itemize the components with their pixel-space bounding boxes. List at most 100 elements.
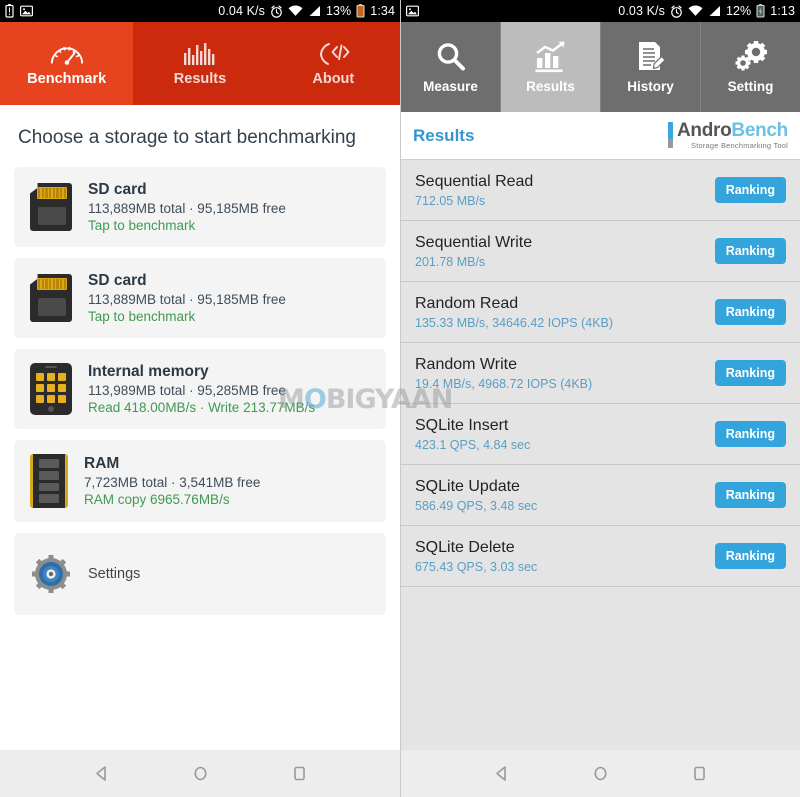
back-button[interactable] (493, 765, 510, 782)
left-tab-bar: Benchmark Results About (0, 22, 400, 105)
storage-name: SD card (88, 181, 147, 198)
storage-status: Tap to benchmark (88, 218, 196, 233)
storage-item-sd-card-2[interactable]: SD card 113,889MB total · 95,185MB free … (14, 258, 386, 338)
alarm-icon (670, 4, 683, 18)
table-row[interactable]: SQLite Insert 423.1 QPS, 4.84 sec Rankin… (401, 404, 800, 465)
table-row[interactable]: SQLite Delete 675.43 QPS, 3.03 sec Ranki… (401, 526, 800, 587)
result-value: 586.49 QPS, 3.48 sec (415, 498, 538, 513)
ranking-button[interactable]: Ranking (714, 482, 786, 508)
result-name: Random Write (415, 355, 517, 373)
tab-label: Results (526, 79, 575, 94)
back-button[interactable] (93, 765, 110, 782)
gears-icon (734, 40, 768, 74)
result-value: 423.1 QPS, 4.84 sec (415, 437, 531, 452)
storage-capacity: 113,989MB total · 95,285MB free (88, 383, 286, 398)
storage-item-internal-memory[interactable]: Internal memory 113,989MB total · 95,285… (14, 349, 386, 429)
speedometer-icon (49, 41, 85, 67)
results-title: Results (413, 125, 475, 145)
table-row[interactable]: Sequential Read 712.05 MB/s Ranking (401, 160, 800, 221)
settings-label: Settings (88, 566, 141, 582)
signal-icon (308, 5, 321, 17)
magnifier-icon (434, 40, 468, 74)
storage-item-sd-card-1[interactable]: SD card 113,889MB total · 95,185MB free … (14, 167, 386, 247)
internal-memory-icon (30, 363, 72, 415)
code-bracket-icon (315, 41, 351, 67)
table-row[interactable]: SQLite Update 586.49 QPS, 3.48 sec Ranki… (401, 465, 800, 526)
ranking-button[interactable]: Ranking (714, 238, 786, 264)
tab-results[interactable]: Results (501, 22, 601, 112)
tab-label: Measure (423, 79, 478, 94)
ranking-button[interactable]: Ranking (714, 421, 786, 447)
home-button[interactable] (192, 765, 209, 782)
logo-bar-icon (667, 122, 673, 149)
tab-label: About (312, 70, 355, 87)
battery-icon (356, 4, 365, 18)
result-value: 19.4 MB/s, 4968.72 IOPS (4KB) (415, 376, 593, 391)
battery-alert-icon (5, 4, 14, 18)
androbench-logo: AndroBench Storage Benchmarking Tool (667, 120, 788, 151)
results-list: Sequential Read 712.05 MB/s Ranking Sequ… (401, 160, 800, 750)
sd-card-icon (30, 274, 72, 322)
storage-status: RAM copy 6965.76MB/s (84, 492, 230, 507)
storage-name: Internal memory (88, 363, 209, 380)
growth-chart-icon (534, 40, 568, 74)
table-row[interactable]: Random Read 135.33 MB/s, 34646.42 IOPS (… (401, 282, 800, 343)
network-speed: 0.04 K/s (218, 4, 265, 18)
result-value: 201.78 MB/s (415, 254, 486, 269)
tab-label: Benchmark (27, 70, 107, 87)
results-header: Results AndroBench Storage Benchmarking … (401, 112, 800, 160)
settings-row[interactable]: Settings (14, 533, 386, 615)
tab-setting[interactable]: Setting (701, 22, 800, 112)
battery-charging-icon (756, 4, 765, 18)
network-speed: 0.03 K/s (618, 4, 665, 18)
tab-benchmark[interactable]: Benchmark (0, 22, 134, 105)
battery-percent: 13% (325, 4, 352, 18)
right-status-bar: 0.03 K/s 12% 1:13 (401, 0, 800, 22)
image-icon (20, 5, 33, 17)
ranking-button[interactable]: Ranking (714, 360, 786, 386)
storage-item-ram[interactable]: RAM 7,723MB total · 3,541MB free RAM cop… (14, 440, 386, 522)
tab-measure[interactable]: Measure (401, 22, 501, 112)
document-edit-icon (634, 40, 668, 74)
storage-capacity: 113,889MB total · 95,185MB free (88, 292, 286, 307)
storage-capacity: 113,889MB total · 95,185MB free (88, 201, 286, 216)
table-row[interactable]: Random Write 19.4 MB/s, 4968.72 IOPS (4K… (401, 343, 800, 404)
tab-label: History (627, 79, 674, 94)
logo-andro: Andro (676, 120, 732, 142)
result-value: 135.33 MB/s, 34646.42 IOPS (4KB) (415, 315, 614, 330)
storage-name: SD card (88, 272, 147, 289)
page-title: Choose a storage to start benchmarking (18, 127, 356, 148)
result-name: SQLite Delete (415, 538, 515, 556)
ranking-button[interactable]: Ranking (714, 177, 786, 203)
storage-list-container: Choose a storage to start benchmarking S… (0, 105, 400, 615)
ram-chip-icon (30, 454, 68, 508)
ranking-button[interactable]: Ranking (714, 543, 786, 569)
result-name: SQLite Insert (415, 416, 509, 434)
table-row[interactable]: Sequential Write 201.78 MB/s Ranking (401, 221, 800, 282)
left-status-bar: 0.04 K/s 13% 1:34 (0, 0, 400, 22)
wifi-icon (688, 5, 703, 17)
storage-status: Tap to benchmark (88, 309, 196, 324)
home-button[interactable] (592, 765, 609, 782)
dual-screenshot: 0.04 K/s 13% 1:34 Benchmark Results Abou… (0, 0, 800, 797)
image-icon (406, 5, 419, 17)
recents-button[interactable] (291, 765, 308, 782)
result-name: Random Read (415, 294, 519, 312)
right-nav-bar (401, 750, 800, 797)
tab-results[interactable]: Results (133, 22, 266, 105)
logo-tagline: Storage Benchmarking Tool (691, 141, 788, 151)
result-name: Sequential Write (415, 233, 533, 251)
tab-label: Setting (727, 79, 774, 94)
ranking-button[interactable]: Ranking (714, 299, 786, 325)
result-value: 712.05 MB/s (415, 193, 486, 208)
bar-chart-icon (183, 41, 217, 67)
wifi-icon (288, 5, 303, 17)
result-name: Sequential Read (415, 172, 534, 190)
tab-about[interactable]: About (267, 22, 400, 105)
right-phone-screen: 0.03 K/s 12% 1:13 Measure Results Histor… (400, 0, 800, 797)
alarm-icon (270, 4, 283, 18)
recents-button[interactable] (691, 765, 708, 782)
right-tab-bar: Measure Results History Setting (401, 22, 800, 112)
tab-history[interactable]: History (601, 22, 701, 112)
result-name: SQLite Update (415, 477, 520, 495)
